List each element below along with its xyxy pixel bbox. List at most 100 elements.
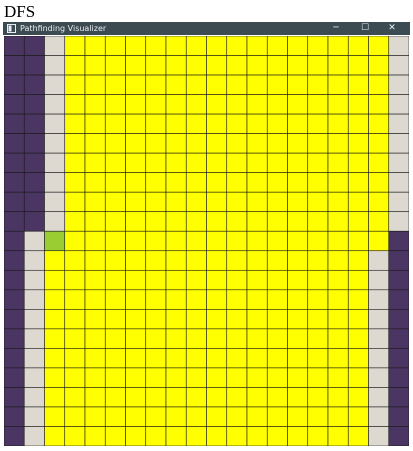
grid-cell-visited[interactable] bbox=[185, 74, 207, 95]
grid-cell-visited[interactable] bbox=[165, 367, 187, 388]
grid-cell-visited[interactable] bbox=[44, 250, 66, 271]
grid-cell-visited[interactable] bbox=[287, 387, 309, 408]
grid-cell-visited[interactable] bbox=[347, 387, 369, 408]
grid-cell-visited[interactable] bbox=[287, 211, 309, 232]
grid-cell-wall[interactable] bbox=[388, 426, 409, 446]
grid-cell-visited[interactable] bbox=[104, 230, 126, 252]
grid-cell-visited[interactable] bbox=[246, 55, 268, 76]
grid-cell-visited[interactable] bbox=[266, 74, 288, 95]
grid-cell-visited[interactable] bbox=[44, 387, 66, 408]
grid-cell-visited[interactable] bbox=[368, 94, 390, 115]
grid-cell-wall[interactable] bbox=[4, 406, 25, 427]
grid-cell-visited[interactable] bbox=[206, 211, 228, 232]
grid-cell-wall[interactable] bbox=[23, 94, 45, 115]
grid-cell-visited[interactable] bbox=[307, 309, 329, 330]
grid-cell-visited[interactable] bbox=[64, 113, 86, 134]
grid-cell-wall[interactable] bbox=[4, 250, 25, 271]
grid-cell-visited[interactable] bbox=[145, 55, 167, 76]
grid-cell-visited[interactable] bbox=[64, 328, 86, 349]
grid-cell-open[interactable] bbox=[368, 289, 390, 310]
grid-cell-visited[interactable] bbox=[246, 387, 268, 408]
grid-cell-visited[interactable] bbox=[165, 152, 187, 173]
grid-cell-open[interactable] bbox=[44, 36, 66, 56]
grid-cell-visited[interactable] bbox=[165, 211, 187, 232]
grid-cell-visited[interactable] bbox=[246, 172, 268, 193]
grid-cell-visited[interactable] bbox=[185, 133, 207, 154]
grid-cell-visited[interactable] bbox=[145, 36, 167, 56]
grid-cell-visited[interactable] bbox=[368, 172, 390, 193]
grid-cell-visited[interactable] bbox=[64, 367, 86, 388]
grid-cell-visited[interactable] bbox=[347, 348, 369, 369]
grid-cell-visited[interactable] bbox=[185, 426, 207, 446]
grid-cell-wall[interactable] bbox=[4, 387, 25, 408]
grid-cell-visited[interactable] bbox=[185, 172, 207, 193]
grid-cell-visited[interactable] bbox=[104, 269, 126, 291]
grid-cell-visited[interactable] bbox=[246, 367, 268, 388]
grid-cell-visited[interactable] bbox=[307, 74, 329, 95]
grid-cell-visited[interactable] bbox=[206, 172, 228, 193]
grid-cell-wall[interactable] bbox=[4, 152, 25, 173]
grid-cell-visited[interactable] bbox=[165, 269, 187, 291]
grid-cell-wall[interactable] bbox=[4, 348, 25, 369]
grid-cell-visited[interactable] bbox=[185, 269, 207, 291]
grid-cell-visited[interactable] bbox=[246, 269, 268, 291]
grid-cell-visited[interactable] bbox=[125, 172, 147, 193]
grid-cell-visited[interactable] bbox=[64, 250, 86, 271]
grid-cell-visited[interactable] bbox=[287, 269, 309, 291]
grid-cell-visited[interactable] bbox=[185, 387, 207, 408]
grid-cell-visited[interactable] bbox=[206, 348, 228, 369]
grid-cell-wall[interactable] bbox=[4, 191, 25, 213]
grid-cell-visited[interactable] bbox=[84, 387, 106, 408]
grid-cell-visited[interactable] bbox=[327, 289, 349, 310]
grid-cell-visited[interactable] bbox=[266, 172, 288, 193]
grid-cell-wall[interactable] bbox=[4, 172, 25, 193]
grid-cell-visited[interactable] bbox=[165, 74, 187, 95]
grid-cell-visited[interactable] bbox=[287, 348, 309, 369]
grid-cell-visited[interactable] bbox=[44, 309, 66, 330]
grid-cell-visited[interactable] bbox=[327, 191, 349, 213]
grid-cell-visited[interactable] bbox=[246, 133, 268, 154]
grid-cell-visited[interactable] bbox=[185, 367, 207, 388]
grid-cell-open[interactable] bbox=[23, 387, 45, 408]
grid-cell-visited[interactable] bbox=[104, 55, 126, 76]
grid-cell-visited[interactable] bbox=[145, 211, 167, 232]
grid-cell-open[interactable] bbox=[388, 211, 409, 232]
grid-cell-visited[interactable] bbox=[287, 152, 309, 173]
grid-cell-visited[interactable] bbox=[226, 191, 248, 213]
grid-cell-wall[interactable] bbox=[388, 250, 409, 271]
grid-cell-visited[interactable] bbox=[246, 74, 268, 95]
grid-cell-visited[interactable] bbox=[347, 211, 369, 232]
grid-cell-visited[interactable] bbox=[125, 211, 147, 232]
grid-cell-visited[interactable] bbox=[84, 328, 106, 349]
grid-cell-wall[interactable] bbox=[4, 94, 25, 115]
grid-cell-visited[interactable] bbox=[125, 36, 147, 56]
grid-cell-visited[interactable] bbox=[104, 172, 126, 193]
grid-cell-visited[interactable] bbox=[44, 406, 66, 427]
grid-cell-visited[interactable] bbox=[64, 230, 86, 252]
grid-cell-visited[interactable] bbox=[307, 406, 329, 427]
grid-cell-visited[interactable] bbox=[246, 250, 268, 271]
grid-cell-visited[interactable] bbox=[246, 426, 268, 446]
grid-cell-visited[interactable] bbox=[104, 133, 126, 154]
grid-cell-open[interactable] bbox=[44, 172, 66, 193]
grid-cell-visited[interactable] bbox=[84, 230, 106, 252]
grid-cell-visited[interactable] bbox=[104, 94, 126, 115]
grid-cell-visited[interactable] bbox=[44, 328, 66, 349]
grid-cell-visited[interactable] bbox=[327, 152, 349, 173]
grid-cell-visited[interactable] bbox=[307, 152, 329, 173]
grid-cell-open[interactable] bbox=[388, 55, 409, 76]
grid-cell-visited[interactable] bbox=[64, 348, 86, 369]
grid-cell-visited[interactable] bbox=[266, 348, 288, 369]
grid-cell-visited[interactable] bbox=[145, 250, 167, 271]
grid-cell-visited[interactable] bbox=[104, 348, 126, 369]
grid-cell-visited[interactable] bbox=[145, 328, 167, 349]
grid-cell-visited[interactable] bbox=[145, 133, 167, 154]
grid-cell-visited[interactable] bbox=[226, 152, 248, 173]
grid-cell-visited[interactable] bbox=[125, 74, 147, 95]
grid-cell-open[interactable] bbox=[23, 348, 45, 369]
grid-cell-visited[interactable] bbox=[125, 406, 147, 427]
grid-cell-visited[interactable] bbox=[327, 426, 349, 446]
grid-cell-visited[interactable] bbox=[266, 191, 288, 213]
grid-cell-visited[interactable] bbox=[327, 269, 349, 291]
grid-cell-visited[interactable] bbox=[165, 133, 187, 154]
